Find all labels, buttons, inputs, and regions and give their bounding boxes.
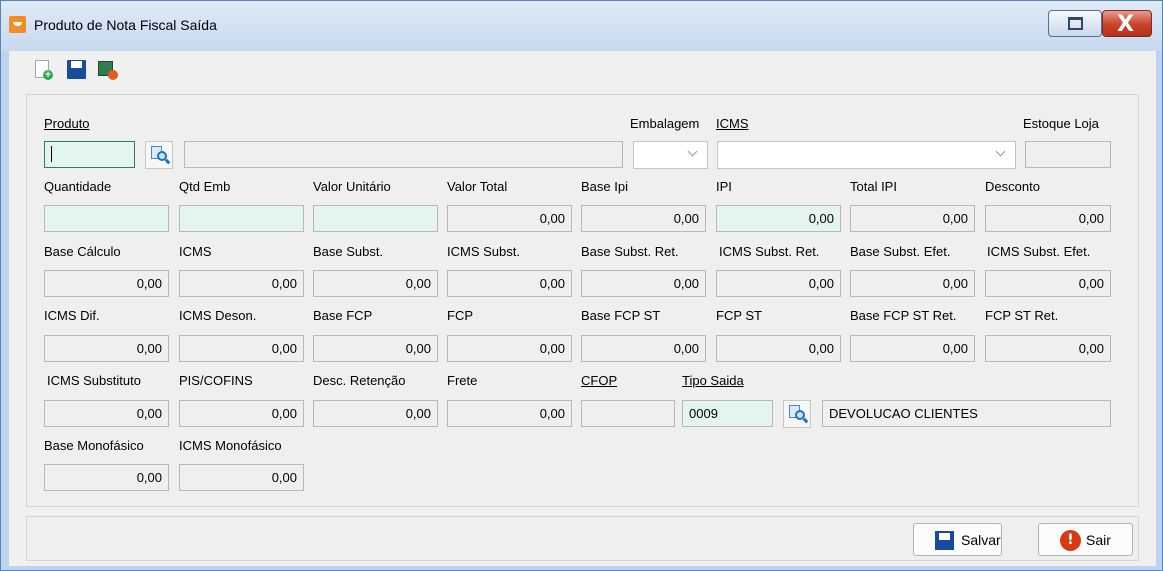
icms-dif-field: 0,00 bbox=[44, 335, 169, 362]
desc-retencao-label: Desc. Retenção bbox=[313, 373, 406, 388]
base-subst-ret-label: Base Subst. Ret. bbox=[581, 244, 679, 259]
exit-button-label: Sair bbox=[1086, 532, 1111, 548]
valor-total-label: Valor Total bbox=[447, 179, 508, 194]
base-subst-label: Base Subst. bbox=[313, 244, 384, 259]
tipo-saida-code-input[interactable]: 0009 bbox=[682, 400, 773, 427]
tipo-saida-description-field: DEVOLUCAO CLIENTES bbox=[822, 400, 1111, 427]
base-ipi-field: 0,00 bbox=[581, 205, 706, 232]
produto-description-field bbox=[184, 141, 623, 168]
pis-cofins-field: 0,00 bbox=[179, 400, 304, 427]
icms-subst-efet-label: ICMS Subst. Efet. bbox=[987, 244, 1091, 259]
base-fcp-st-label: Base FCP ST bbox=[581, 308, 661, 323]
icms-subst-ret-field: 0,00 bbox=[716, 270, 841, 297]
chevron-down-icon bbox=[687, 146, 698, 157]
desconto-label: Desconto bbox=[985, 179, 1040, 194]
maximize-button[interactable] bbox=[1048, 10, 1102, 37]
tipo-saida-label: Tipo Saida bbox=[682, 373, 744, 388]
icms-subst-ret-label: ICMS Subst. Ret. bbox=[719, 244, 820, 259]
maximize-icon bbox=[1068, 17, 1083, 30]
fcp-st-label: FCP ST bbox=[716, 308, 762, 323]
pis-cofins-label: PIS/COFINS bbox=[179, 373, 253, 388]
fcp-st-ret-field: 0,00 bbox=[985, 335, 1111, 362]
estoque-loja-label: Estoque Loja bbox=[1023, 116, 1099, 131]
ipi-label: IPI bbox=[716, 179, 732, 194]
window-client-area: + Produto Embalagem ICMS Estoque Loja Qu… bbox=[9, 51, 1156, 566]
quantidade-label: Quantidade bbox=[44, 179, 112, 194]
fcp-st-field: 0,00 bbox=[716, 335, 841, 362]
icms-deson-label: ICMS Deson. bbox=[179, 308, 257, 323]
window-title: Produto de Nota Fiscal Saída bbox=[34, 17, 217, 33]
valor-unitario-label: Valor Unitário bbox=[313, 179, 391, 194]
valor-unitario-input[interactable] bbox=[313, 205, 438, 232]
base-ipi-label: Base Ipi bbox=[581, 179, 628, 194]
base-subst-ret-field: 0,00 bbox=[581, 270, 706, 297]
base-fcp-st-ret-label: Base FCP ST Ret. bbox=[850, 308, 957, 323]
base-fcp-field: 0,00 bbox=[313, 335, 438, 362]
embalagem-label: Embalagem bbox=[630, 116, 700, 131]
fcp-field: 0,00 bbox=[447, 335, 572, 362]
ipi-input[interactable]: 0,00 bbox=[716, 205, 841, 232]
stop-icon: ! bbox=[1060, 530, 1081, 551]
base-subst-field: 0,00 bbox=[313, 270, 438, 297]
new-document-icon[interactable]: + bbox=[32, 59, 54, 81]
qtd-emb-input[interactable] bbox=[179, 205, 304, 232]
icms-subst-field: 0,00 bbox=[447, 270, 572, 297]
app-icon bbox=[9, 16, 26, 33]
valor-total-field: 0,00 bbox=[447, 205, 572, 232]
fcp-st-ret-label: FCP ST Ret. bbox=[985, 308, 1059, 323]
icms-subst-label: ICMS Subst. bbox=[447, 244, 520, 259]
icms-dif-label: ICMS Dif. bbox=[44, 308, 100, 323]
icms-substituto-field: 0,00 bbox=[44, 400, 169, 427]
cfop-label: CFOP bbox=[581, 373, 618, 388]
icms-label: ICMS bbox=[179, 244, 212, 259]
desc-retencao-field: 0,00 bbox=[313, 400, 438, 427]
chevron-down-icon bbox=[995, 146, 1006, 157]
produto-code-input[interactable] bbox=[44, 141, 135, 168]
base-fcp-st-ret-field: 0,00 bbox=[850, 335, 975, 362]
base-monofasico-field: 0,00 bbox=[44, 464, 169, 491]
product-form-panel: Produto Embalagem ICMS Estoque Loja Quan… bbox=[26, 94, 1139, 507]
frete-field: 0,00 bbox=[447, 400, 572, 427]
produto-label: Produto bbox=[44, 116, 90, 131]
base-calculo-field: 0,00 bbox=[44, 270, 169, 297]
frete-label: Frete bbox=[447, 373, 478, 388]
tipo-saida-search-button[interactable] bbox=[783, 400, 811, 428]
icms-field: 0,00 bbox=[179, 270, 304, 297]
save-button[interactable]: Salvar bbox=[913, 523, 1002, 556]
icms-deson-field: 0,00 bbox=[179, 335, 304, 362]
produto-search-button[interactable] bbox=[145, 141, 173, 169]
embalagem-select[interactable] bbox=[633, 141, 708, 169]
close-icon: X bbox=[1117, 12, 1134, 37]
icms-monofasico-label: ICMS Monofásico bbox=[179, 438, 282, 453]
desconto-field: 0,00 bbox=[985, 205, 1111, 232]
icms-subst-efet-field: 0,00 bbox=[985, 270, 1111, 297]
total-ipi-field: 0,00 bbox=[850, 205, 975, 232]
base-fcp-label: Base FCP bbox=[313, 308, 373, 323]
icms-combo-label: ICMS bbox=[716, 116, 749, 131]
icms-monofasico-field: 0,00 bbox=[179, 464, 304, 491]
dialog-window: Produto de Nota Fiscal Saída X + Produto… bbox=[0, 0, 1163, 571]
save-icon bbox=[935, 531, 954, 550]
title-bar: Produto de Nota Fiscal Saída X bbox=[1, 1, 1162, 51]
base-monofasico-label: Base Monofásico bbox=[44, 438, 144, 453]
save-icon[interactable] bbox=[65, 59, 87, 81]
base-fcp-st-field: 0,00 bbox=[581, 335, 706, 362]
exit-icon[interactable] bbox=[96, 59, 118, 81]
base-subst-efet-label: Base Subst. Efet. bbox=[850, 244, 951, 259]
icms-select[interactable] bbox=[717, 141, 1016, 169]
quantidade-input[interactable] bbox=[44, 205, 169, 232]
base-subst-efet-field: 0,00 bbox=[850, 270, 975, 297]
cfop-field bbox=[581, 400, 675, 427]
total-ipi-label: Total IPI bbox=[850, 179, 897, 194]
exit-button[interactable]: ! Sair bbox=[1038, 523, 1133, 556]
fcp-label: FCP bbox=[447, 308, 473, 323]
button-bar: Salvar ! Sair bbox=[26, 516, 1139, 561]
base-calculo-label: Base Cálculo bbox=[44, 244, 121, 259]
qtd-emb-label: Qtd Emb bbox=[179, 179, 231, 194]
close-button[interactable]: X bbox=[1102, 10, 1152, 37]
estoque-loja-field bbox=[1025, 141, 1111, 168]
icms-substituto-label: ICMS Substituto bbox=[47, 373, 141, 388]
save-button-label: Salvar bbox=[961, 532, 1001, 548]
